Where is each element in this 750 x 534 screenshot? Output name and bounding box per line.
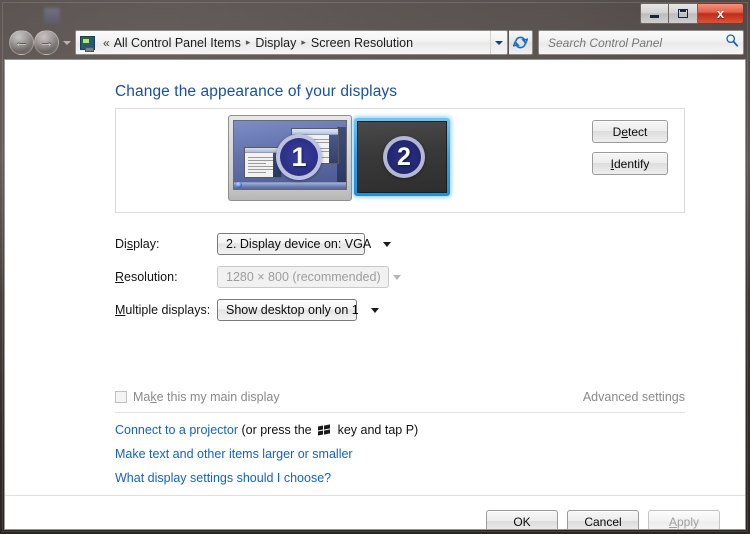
multiple-displays-row: Multiple displays: Show desktop only on … [115,299,379,321]
breadcrumb-item-screen-resolution[interactable]: Screen Resolution [311,36,413,50]
make-main-display-label: Make this my main display [133,390,280,404]
refresh-icon [513,36,528,49]
page-title: Change the appearance of your displays [115,83,398,100]
multiple-displays-dropdown[interactable]: Show desktop only on 1 [217,299,379,321]
minimize-icon [650,15,659,18]
window-frame: x ← → « All Control Panel Items ▸ Displa… [0,0,750,534]
resolution-dropdown[interactable]: 1280 × 800 (recommended) [217,266,401,288]
projector-text-before: (or press the [238,423,316,437]
what-settings-row: What display settings should I choose? [115,471,331,485]
form-divider [115,412,685,413]
chevron-down-icon [370,307,379,313]
monitor-preview-2[interactable]: 2 [354,118,450,196]
detect-button-suffix: tect [628,124,648,139]
chevron-down-icon [63,41,71,45]
text-size-row: Make text and other items larger or smal… [115,447,353,461]
monitor-preview-1[interactable]: 1 [228,115,352,201]
monitor-1-number-badge: 1 [276,134,322,180]
connect-to-projector-link[interactable]: Connect to a projector [115,423,238,437]
start-orb-icon [236,182,242,188]
projector-row: Connect to a projector (or press the key… [115,423,418,437]
close-icon: x [716,6,725,21]
ok-button-label: OK [513,514,531,529]
monitor-1-screen: 1 [233,120,347,190]
footer-divider [5,495,745,496]
title-bar: x [0,0,750,28]
forward-button[interactable]: → [34,30,59,55]
multiple-displays-dropdown-value: Show desktop only on 1 [226,303,359,317]
multiple-displays-label: Multiple displays: [115,303,211,317]
resolution-row: Resolution: 1280 × 800 (recommended) [115,266,401,288]
navigation-bar: ← → « All Control Panel Items ▸ Display … [3,29,747,57]
back-arrow-icon: ← [14,34,29,51]
breadcrumb-separator-icon: ▸ [245,37,251,47]
content-area: Change the appearance of your displays 1… [4,59,746,530]
identify-button[interactable]: Identify [592,152,668,175]
display-dropdown[interactable]: 2. Display device on: VGA [217,233,392,255]
window-controls: x [640,3,744,24]
apply-button-accel: A [668,514,677,529]
ok-button[interactable]: OK [486,510,558,529]
monitor-arrangement: 1 2 [228,115,450,201]
advanced-settings-link[interactable]: Advanced settings [583,390,685,404]
make-main-display-checkbox[interactable] [115,391,127,403]
main-display-row: Make this my main display Advanced setti… [115,390,685,404]
maximize-button[interactable] [669,3,698,24]
monitor-1-window-sidebar [329,135,338,163]
cancel-button[interactable]: Cancel [567,510,639,529]
search-input[interactable] [546,34,721,51]
footer-buttons: OK Cancel Apply [486,510,720,529]
what-display-settings-link[interactable]: What display settings should I choose? [115,471,331,485]
maximize-icon [678,9,688,18]
window-icon [44,8,60,24]
make-text-larger-link[interactable]: Make text and other items larger or smal… [115,447,353,461]
identify-button-suffix: dentify [613,156,650,171]
display-label: Display: [115,237,160,251]
resolution-label: Resolution: [115,270,178,284]
display-preview-panel: 1 2 De tect Identify [115,108,685,213]
chevron-down-icon [383,241,392,247]
breadcrumb-item-all-control-panel-items[interactable]: All Control Panel Items [114,36,241,50]
breadcrumb-item-display[interactable]: Display [255,36,296,50]
minimize-button[interactable] [640,3,669,24]
recent-pages-button[interactable] [62,38,72,48]
detect-button-prefix: D [612,124,622,139]
display-row: Display: 2. Display device on: VGA [115,233,392,255]
monitor-1-taskbar [234,182,346,189]
windows-key-icon [318,424,331,436]
preview-actions: De tect Identify [592,120,668,175]
cancel-button-label: Cancel [584,514,622,529]
refresh-button[interactable] [509,30,533,55]
breadcrumb-leading-separator: « [103,35,110,50]
search-box[interactable] [538,30,744,55]
projector-text-after: key and tap P) [334,423,419,437]
detect-button[interactable]: De tect [592,120,668,143]
address-bar[interactable]: « All Control Panel Items ▸ Display ▸ Sc… [75,30,508,55]
apply-button-suffix: pply [677,514,700,529]
chevron-down-icon [495,40,503,45]
close-button[interactable]: x [698,3,744,24]
control-panel-icon [80,35,95,52]
breadcrumb-separator-icon: ▸ [301,37,306,47]
monitor-2-number-badge: 2 [383,136,425,178]
monitor-2-screen: 2 [357,121,447,193]
forward-arrow-icon: → [39,34,54,51]
display-dropdown-value: 2. Display device on: VGA [226,237,372,251]
chevron-down-icon [392,274,401,280]
resolution-dropdown-value: 1280 × 800 (recommended) [226,270,381,284]
apply-button[interactable]: Apply [648,510,720,529]
back-button[interactable]: ← [9,30,34,55]
address-dropdown-button[interactable] [490,31,507,54]
search-icon [725,33,739,52]
detect-button-accel: e [621,124,628,139]
